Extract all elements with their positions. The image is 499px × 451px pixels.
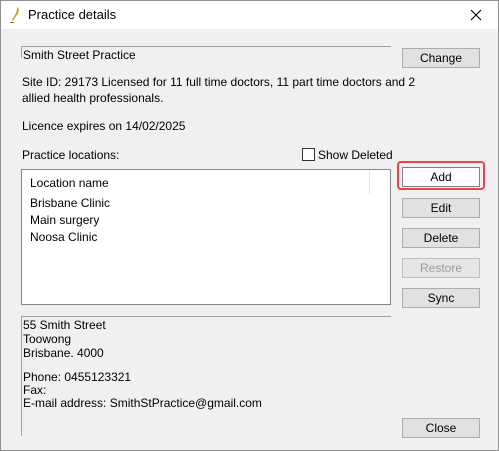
title-bar: Practice details xyxy=(1,1,498,29)
restore-button[interactable]: Restore xyxy=(402,258,480,278)
licence-expiry: Licence expires on 14/02/2025 xyxy=(22,119,186,133)
change-button[interactable]: Change xyxy=(402,48,480,68)
practice-name-rule-left xyxy=(21,46,22,58)
show-deleted-label[interactable]: Show Deleted xyxy=(318,148,393,162)
edit-button[interactable]: Edit xyxy=(402,198,480,218)
practice-details-dialog: Practice details Smith Street Practice C… xyxy=(0,0,499,451)
list-item[interactable]: Noosa Clinic xyxy=(30,230,97,244)
window-title: Practice details xyxy=(28,7,117,22)
site-licence-line1: Site ID: 29173 Licensed for 11 full time… xyxy=(22,75,416,89)
address-email: E-mail address: SmithStPractice@gmail.co… xyxy=(23,396,262,410)
locations-list[interactable]: Location name Brisbane Clinic Main surge… xyxy=(21,169,391,305)
list-header[interactable]: Location name xyxy=(22,170,390,196)
site-licence-line2: allied health professionals. xyxy=(22,91,164,105)
practice-locations-label: Practice locations: xyxy=(22,148,120,162)
close-x-icon xyxy=(470,9,482,21)
app-quill-icon xyxy=(8,6,22,24)
sync-button[interactable]: Sync xyxy=(402,288,480,308)
add-button[interactable]: Add xyxy=(402,167,480,187)
address-street: 55 Smith Street xyxy=(23,318,106,332)
close-button[interactable]: Close xyxy=(402,418,480,438)
address-rule xyxy=(21,316,391,317)
address-suburb: Toowong xyxy=(23,332,72,346)
practice-name-rule xyxy=(21,46,391,47)
address-phone: Phone: 0455123321 xyxy=(23,370,132,384)
address-rule-left xyxy=(21,316,22,436)
address-fax: Fax: xyxy=(23,383,47,397)
header-separator xyxy=(369,170,370,194)
list-item[interactable]: Main surgery xyxy=(30,213,99,227)
window-close-button[interactable] xyxy=(454,1,498,29)
list-item[interactable]: Brisbane Clinic xyxy=(30,196,110,210)
practice-name: Smith Street Practice xyxy=(23,48,136,62)
delete-button[interactable]: Delete xyxy=(402,228,480,248)
address-city-postcode: Brisbane. 4000 xyxy=(23,346,104,360)
show-deleted-checkbox[interactable] xyxy=(302,148,315,161)
column-header-location-name[interactable]: Location name xyxy=(30,176,109,190)
